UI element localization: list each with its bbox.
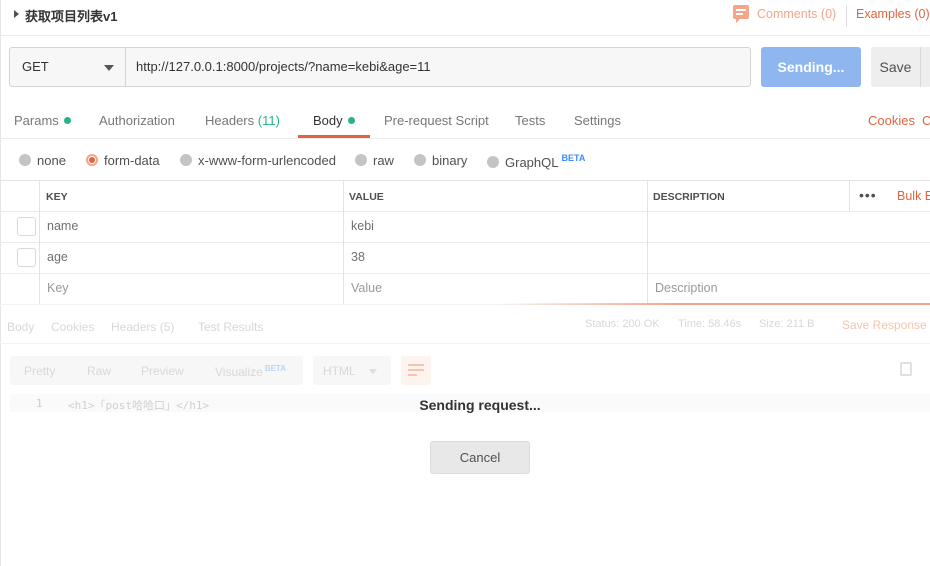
radio-x-www-form-urlencoded[interactable]: x-www-form-urlencoded (180, 153, 336, 168)
more-options-icon[interactable]: ••• (859, 187, 877, 203)
response-tab-body[interactable]: Body (7, 320, 34, 334)
response-time: Time: 58.46s (678, 318, 741, 330)
response-tab-headers[interactable]: Headers (5) (111, 320, 174, 334)
request-title[interactable]: 获取项目列表v1 (25, 6, 117, 25)
radio-circle-icon (414, 154, 426, 166)
view-mode-visualize[interactable]: Visualize BETA (215, 364, 286, 379)
column-divider (849, 180, 850, 211)
radio-label: x-www-form-urlencoded (198, 153, 336, 168)
response-divider (0, 343, 930, 344)
tab-tests[interactable]: Tests (515, 113, 545, 128)
param-key-cell[interactable]: age (47, 250, 68, 264)
wrap-lines-icon[interactable] (401, 356, 431, 385)
response-tab-cookies[interactable]: Cookies (51, 320, 94, 334)
row-checkbox[interactable] (17, 248, 36, 267)
column-divider (343, 180, 344, 304)
tab-params-label: Params (14, 113, 59, 128)
visualize-label: Visualize (215, 365, 263, 379)
radio-circle-icon (355, 154, 367, 166)
column-header-description: DESCRIPTION (653, 191, 725, 203)
method-label: GET (22, 59, 49, 74)
chevron-down-icon (104, 65, 114, 71)
visualize-beta-badge: BETA (264, 364, 286, 373)
radio-graphql[interactable]: GraphQL BETA (487, 153, 585, 170)
size-label: Size: (759, 318, 784, 330)
cancel-button[interactable]: Cancel (430, 441, 530, 474)
radio-circle-icon (180, 154, 192, 166)
sending-request-message: Sending request... (419, 397, 541, 413)
table-header-divider (0, 211, 930, 212)
tab-headers-label: Headers (205, 113, 255, 128)
save-response-button[interactable]: Save Response (842, 318, 927, 332)
table-top-border (0, 180, 930, 181)
view-mode-pretty[interactable]: Pretty (24, 364, 55, 378)
column-divider (39, 180, 40, 304)
radio-circle-icon (19, 154, 31, 166)
radio-binary[interactable]: binary (414, 153, 467, 168)
time-label: Time: (678, 318, 706, 330)
radio-label: raw (373, 153, 394, 168)
size-value: 211 B (786, 318, 815, 330)
code-link[interactable]: C (922, 113, 930, 128)
cookies-link[interactable]: Cookies (868, 113, 915, 128)
radio-label: form-data (104, 153, 160, 168)
url-text: http://127.0.0.1:8000/projects/?name=keb… (136, 59, 431, 74)
comment-icon[interactable] (733, 5, 749, 23)
tabs-divider (0, 138, 930, 139)
format-label: HTML (323, 364, 356, 378)
radio-form-data[interactable]: form-data (86, 153, 160, 168)
response-status: Status: 200 OK (585, 318, 660, 330)
row-checkbox[interactable] (17, 217, 36, 236)
send-button[interactable]: Sending... (761, 47, 861, 87)
column-header-key: KEY (46, 191, 68, 203)
tab-settings[interactable]: Settings (574, 113, 621, 128)
radio-label: binary (432, 153, 468, 168)
radio-label: none (37, 153, 66, 168)
header-divider (846, 5, 847, 27)
body-indicator-dot (347, 117, 355, 124)
beta-badge: BETA (561, 153, 586, 163)
view-mode-raw[interactable]: Raw (87, 364, 111, 378)
comments-link[interactable]: Comments (0) (757, 7, 836, 21)
param-key-cell[interactable]: name (47, 219, 78, 233)
tab-headers[interactable]: Headers (11) (205, 113, 280, 128)
status-label: Status: (585, 318, 620, 330)
table-row-divider (0, 273, 930, 274)
examples-link[interactable]: Examples (0) (856, 7, 930, 21)
tab-body-label: Body (313, 113, 343, 128)
tab-pre-request-script[interactable]: Pre-request Script (384, 113, 489, 128)
params-indicator-dot (63, 117, 71, 124)
response-tab-test-results[interactable]: Test Results (198, 320, 263, 334)
bulk-edit-link[interactable]: Bulk E (897, 189, 930, 203)
response-size: Size: 211 B (759, 318, 814, 330)
new-key-input[interactable]: Key (47, 281, 69, 295)
view-mode-preview[interactable]: Preview (141, 364, 184, 378)
column-header-value: VALUE (349, 191, 384, 203)
radio-none[interactable]: none (19, 153, 66, 168)
chevron-down-icon (369, 369, 377, 374)
status-value: 200 OK (622, 318, 660, 330)
tab-params[interactable]: Params (14, 113, 71, 128)
window-left-border (0, 0, 1, 566)
column-divider (647, 180, 648, 304)
new-description-input[interactable]: Description (655, 281, 718, 295)
expand-caret-icon[interactable] (14, 10, 19, 18)
tab-authorization[interactable]: Authorization (99, 113, 175, 128)
save-button[interactable]: Save (871, 47, 920, 87)
tab-body[interactable]: Body (313, 113, 355, 128)
param-value-cell[interactable]: kebi (351, 219, 374, 233)
new-value-input[interactable]: Value (351, 281, 382, 295)
param-value-cell[interactable]: 38 (351, 250, 365, 264)
save-dropdown-button[interactable] (920, 47, 930, 87)
radio-raw[interactable]: raw (355, 153, 394, 168)
headers-count: (11) (257, 113, 280, 128)
time-value: 58.46s (708, 318, 742, 330)
copy-icon[interactable] (900, 362, 912, 376)
radio-label: GraphQL (505, 155, 559, 170)
request-progress-indicator (500, 303, 930, 305)
radio-selected-icon (86, 154, 98, 166)
table-row-divider (0, 242, 930, 243)
radio-circle-icon (487, 156, 499, 168)
